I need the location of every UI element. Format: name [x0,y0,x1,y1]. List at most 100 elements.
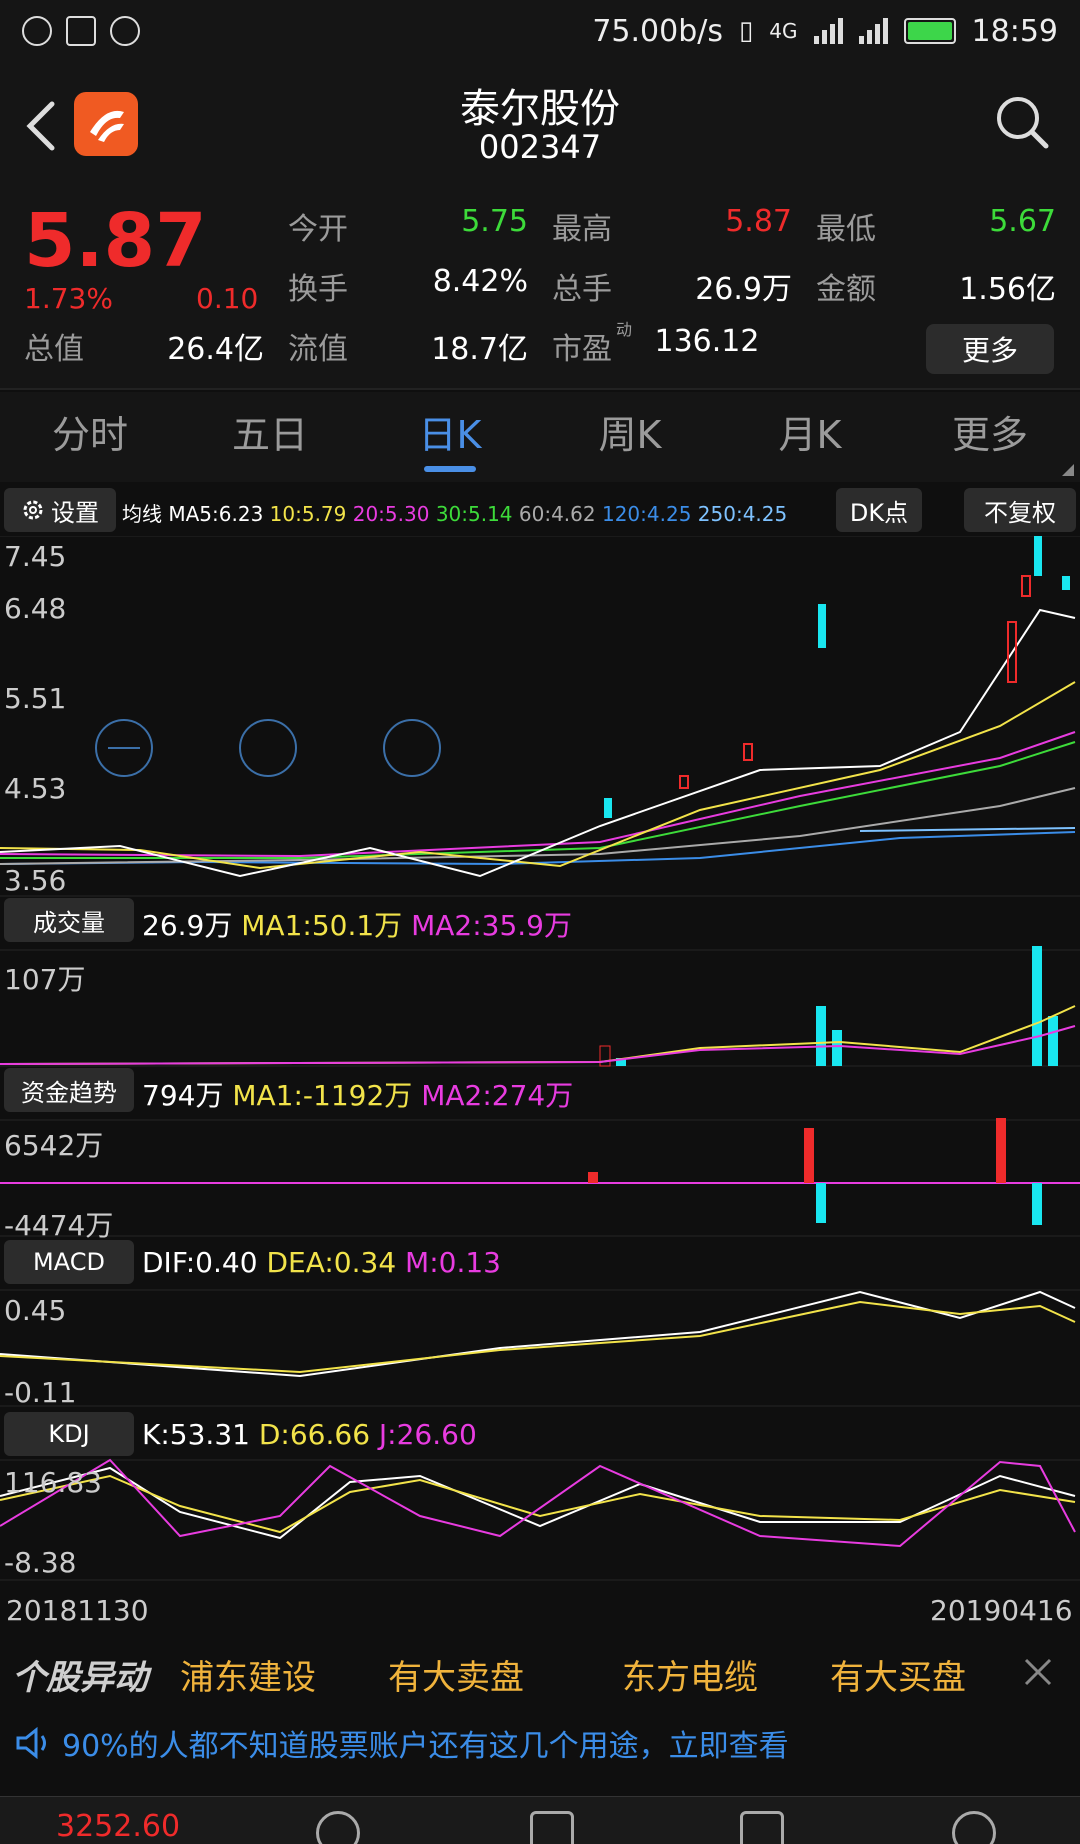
turnover-label: 换手 [288,272,348,307]
kline-y-label-3: 5.51 [4,682,67,715]
volume-current: 26.9万 [142,909,233,942]
more-quote-button[interactable]: 更多 [926,324,1054,374]
search-icon[interactable] [992,92,1052,152]
bell-icon [22,16,52,46]
volume-ma2 [0,1025,1076,1065]
index-price[interactable]: 3252.60 [56,1809,180,1844]
kline-y-label-4: 4.53 [4,772,67,805]
settings-label: 设置 [51,498,99,527]
pe-value: 136.12 [654,324,760,359]
no-adjust-button[interactable]: 不复权 [964,488,1076,532]
trade-icon[interactable] [316,1811,360,1844]
kdj-j-value: J:26.60 [378,1418,477,1451]
ticker-item[interactable]: 东方电缆 [622,1650,758,1699]
market-cap-value: 26.4亿 [167,332,264,367]
turnover-value: 8.42% [432,264,528,299]
fullscreen-icon [383,719,441,777]
volume-value: 26.9万 [695,272,792,307]
notice-text: 90%的人都不知道股票账户还有这几个用途，立即查看 [62,1729,789,1764]
volume-ma2-value: MA2:35.9万 [411,909,572,942]
macd-indicator-button[interactable]: MACD [4,1240,134,1284]
high-label: 最高 [552,212,612,247]
macd-dif-value: DIF:0.40 [142,1246,258,1279]
macd-max-label: 0.45 [4,1294,67,1327]
ma5-line [0,608,1076,878]
fund-trend-button[interactable]: 资金趋势 [4,1068,134,1112]
ma30-line [0,741,1076,859]
macd-dea-value: DEA:0.34 [266,1246,397,1279]
fund-max-label: 6542万 [4,1129,104,1162]
signal-icon-2 [858,18,888,44]
tab-weekly-k[interactable]: 周K [540,392,720,482]
ma10-value: 10:5.79 [269,502,347,526]
volume-ma1 [0,1005,1076,1065]
tab-monthly-k[interactable]: 月K [720,392,900,482]
ticker-item[interactable]: 有大买盘 [830,1650,966,1699]
more-icon[interactable] [952,1811,996,1844]
kdj-indicator-button[interactable]: KDJ [4,1412,134,1456]
fund-ma1-value: MA1:-1192万 [232,1079,413,1112]
grid-icon[interactable] [740,1811,784,1844]
fund-values: 794万 MA1:-1192万 MA2:274万 [142,1074,573,1114]
start-date: 20181130 [6,1594,149,1627]
tab-more[interactable]: 更多 [900,392,1080,482]
stock-alert-ticker[interactable]: 个股异动 浦东建设 有大卖盘 东方电缆 有大买盘 [0,1636,1080,1712]
float-cap-value: 18.7亿 [431,332,528,367]
tab-corner-icon [1062,464,1074,476]
high-value: 5.87 [725,204,792,239]
tab-daily-k[interactable]: 日K [360,392,540,482]
kdj-j [0,1458,1076,1548]
settings-button[interactable]: 设置 [4,488,116,532]
end-date: 20190416 [930,1594,1073,1627]
kdj-k-value: K:53.31 [142,1418,250,1451]
ma-legend-bar: 设置 均线 MA5:6.23 10:5.79 20:5.30 30:5.14 6… [0,484,1080,536]
kline-y-label-2: 6.48 [4,592,67,625]
tab-five-day[interactable]: 五日 [180,392,360,482]
signal-icon [813,18,843,44]
ma5-value: MA5:6.23 [168,502,264,526]
amount-label: 金额 [816,272,876,307]
market-cap-label: 总值 [24,332,84,367]
battery-icon [903,18,956,44]
volume-values: 26.9万 MA1:50.1万 MA2:35.9万 [142,904,572,944]
volume-max-label: 107万 [4,963,86,996]
volume-indicator-button[interactable]: 成交量 [4,898,134,942]
promo-notice[interactable]: 90%的人都不知道股票账户还有这几个用途，立即查看 [0,1712,1080,1774]
change-amount: 0.10 [196,282,259,315]
macd-min-label: -0.11 [4,1376,77,1409]
ma20-value: 20:5.30 [352,502,430,526]
ticker-logo: 个股异动 [12,1658,148,1698]
kdj-k [0,1466,1076,1540]
period-tabs: 分时 五日 日K 周K 月K 更多 [0,392,1080,482]
ticker-item[interactable]: 浦东建设 [180,1650,316,1699]
network-type: 4G [769,19,798,43]
kdj-max-label: 116.83 [4,1466,102,1499]
ticker-item[interactable]: 有大卖盘 [388,1650,524,1699]
status-right: 75.00b/s ▯ 4G 18:59 [592,14,1058,49]
stock-code: 002347 [478,128,602,166]
close-icon[interactable] [1022,1656,1054,1688]
speaker-icon [16,1726,46,1760]
kline-y-label-min: 3.56 [4,864,67,897]
stock-name: 泰尔股份 [460,86,620,132]
ma250-line [859,827,1076,832]
pe-label: 市盈 [552,332,612,367]
kdj-values: K:53.31 D:66.66 J:26.60 [142,1418,477,1451]
kline-y-label-max: 7.45 [4,540,67,573]
ma60-value: 60:4.62 [518,502,596,526]
candles [604,536,1070,818]
kdj-min-label: -8.38 [4,1546,77,1579]
fund-ma2-value: MA2:274万 [421,1079,574,1112]
kdj-d [0,1474,1076,1534]
edit-icon[interactable] [530,1811,574,1844]
tab-intraday[interactable]: 分时 [0,392,180,482]
macd-dif [0,1290,1076,1378]
ma-prefix: 均线 [122,502,162,526]
macd-values: DIF:0.40 DEA:0.34 M:0.13 [142,1246,501,1279]
kdj-d-value: D:66.66 [258,1418,371,1451]
more-dots-icon [110,16,140,46]
ma-values: 均线 MA5:6.23 10:5.79 20:5.30 30:5.14 60:4… [122,498,787,527]
fund-current: 794万 [142,1079,224,1112]
volume-label: 总手 [552,272,612,307]
dk-point-button[interactable]: DK点 [836,488,922,532]
